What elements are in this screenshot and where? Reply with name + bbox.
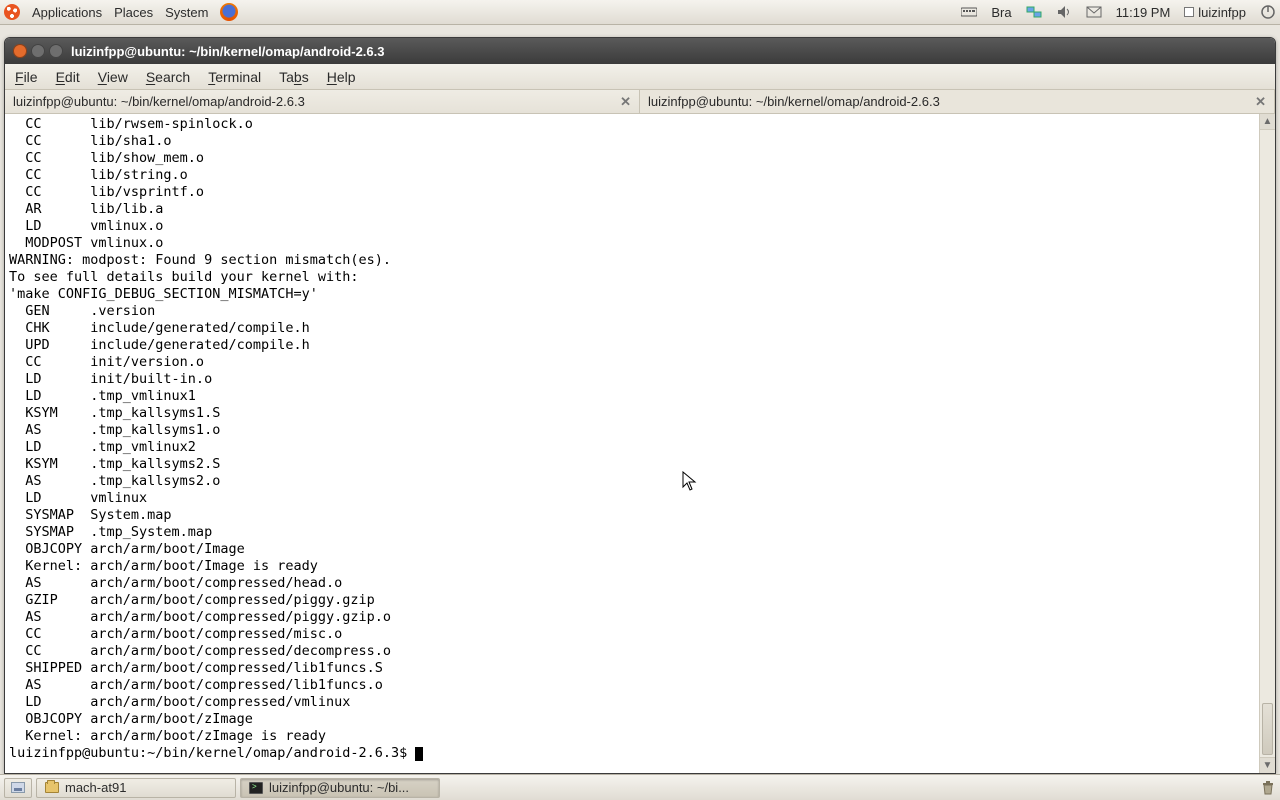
window-close-button[interactable] (13, 44, 27, 58)
terminal-scrollbar[interactable]: ▲ ▼ (1259, 114, 1275, 773)
keyboard-layout-label[interactable]: Bra (991, 5, 1011, 20)
terminal-menubar: File Edit View Search Terminal Tabs Help (5, 64, 1275, 90)
show-desktop-button[interactable] (4, 778, 32, 798)
menu-help[interactable]: Help (327, 69, 356, 85)
mail-icon[interactable] (1086, 4, 1102, 20)
gnome-top-panel: Applications Places System Bra 11:19 PM … (0, 0, 1280, 25)
window-maximize-button[interactable] (49, 44, 63, 58)
volume-icon[interactable] (1056, 4, 1072, 20)
terminal-icon (249, 782, 263, 794)
terminal-tab-1-label: luizinfpp@ubuntu: ~/bin/kernel/omap/andr… (13, 94, 305, 109)
terminal-tab-2-label: luizinfpp@ubuntu: ~/bin/kernel/omap/andr… (648, 94, 940, 109)
terminal-tabbar: luizinfpp@ubuntu: ~/bin/kernel/omap/andr… (5, 90, 1275, 114)
menu-tabs[interactable]: Tabs (279, 69, 309, 85)
user-name: luizinfpp (1198, 5, 1246, 20)
terminal-cursor (415, 747, 423, 761)
scroll-up-icon[interactable]: ▲ (1260, 114, 1275, 130)
terminal-tab-1-close-icon[interactable]: ✕ (608, 94, 631, 110)
menu-applications[interactable]: Applications (32, 5, 102, 20)
scroll-thumb[interactable] (1262, 703, 1273, 755)
terminal-output[interactable]: CC lib/rwsem-spinlock.o CC lib/sha1.o CC… (5, 114, 1259, 773)
menu-terminal[interactable]: Terminal (208, 69, 261, 85)
menu-view[interactable]: View (98, 69, 128, 85)
ubuntu-logo-icon[interactable] (4, 4, 20, 20)
menu-system[interactable]: System (165, 5, 208, 20)
menu-places[interactable]: Places (114, 5, 153, 20)
firefox-launcher-icon[interactable] (220, 3, 238, 21)
taskbar-item-filemanager[interactable]: mach-at91 (36, 778, 236, 798)
keyboard-layout-icon[interactable] (961, 4, 977, 20)
user-status-icon (1184, 7, 1194, 17)
taskbar-item-filemanager-label: mach-at91 (65, 780, 126, 795)
taskbar-item-terminal-label: luizinfpp@ubuntu: ~/bi... (269, 780, 409, 795)
user-menu[interactable]: luizinfpp (1184, 5, 1246, 20)
taskbar-item-terminal[interactable]: luizinfpp@ubuntu: ~/bi... (240, 778, 440, 798)
network-icon[interactable] (1026, 4, 1042, 20)
menu-edit[interactable]: Edit (56, 69, 80, 85)
scroll-down-icon[interactable]: ▼ (1260, 757, 1275, 773)
window-title: luizinfpp@ubuntu: ~/bin/kernel/omap/andr… (71, 44, 385, 59)
terminal-prompt: luizinfpp@ubuntu:~/bin/kernel/omap/andro… (9, 745, 415, 761)
window-minimize-button[interactable] (31, 44, 45, 58)
power-icon[interactable] (1260, 4, 1276, 20)
menu-file[interactable]: File (15, 69, 38, 85)
show-desktop-icon (11, 782, 25, 793)
terminal-tab-2-close-icon[interactable]: ✕ (1243, 94, 1266, 110)
menu-search[interactable]: Search (146, 69, 190, 85)
terminal-tab-1[interactable]: luizinfpp@ubuntu: ~/bin/kernel/omap/andr… (5, 90, 640, 113)
gnome-bottom-panel: mach-at91 luizinfpp@ubuntu: ~/bi... (0, 774, 1280, 800)
terminal-tab-2[interactable]: luizinfpp@ubuntu: ~/bin/kernel/omap/andr… (640, 90, 1275, 113)
clock[interactable]: 11:19 PM (1116, 5, 1171, 20)
terminal-window: luizinfpp@ubuntu: ~/bin/kernel/omap/andr… (4, 37, 1276, 774)
window-titlebar[interactable]: luizinfpp@ubuntu: ~/bin/kernel/omap/andr… (5, 38, 1275, 64)
folder-icon (45, 782, 59, 793)
trash-icon[interactable] (1260, 780, 1276, 796)
